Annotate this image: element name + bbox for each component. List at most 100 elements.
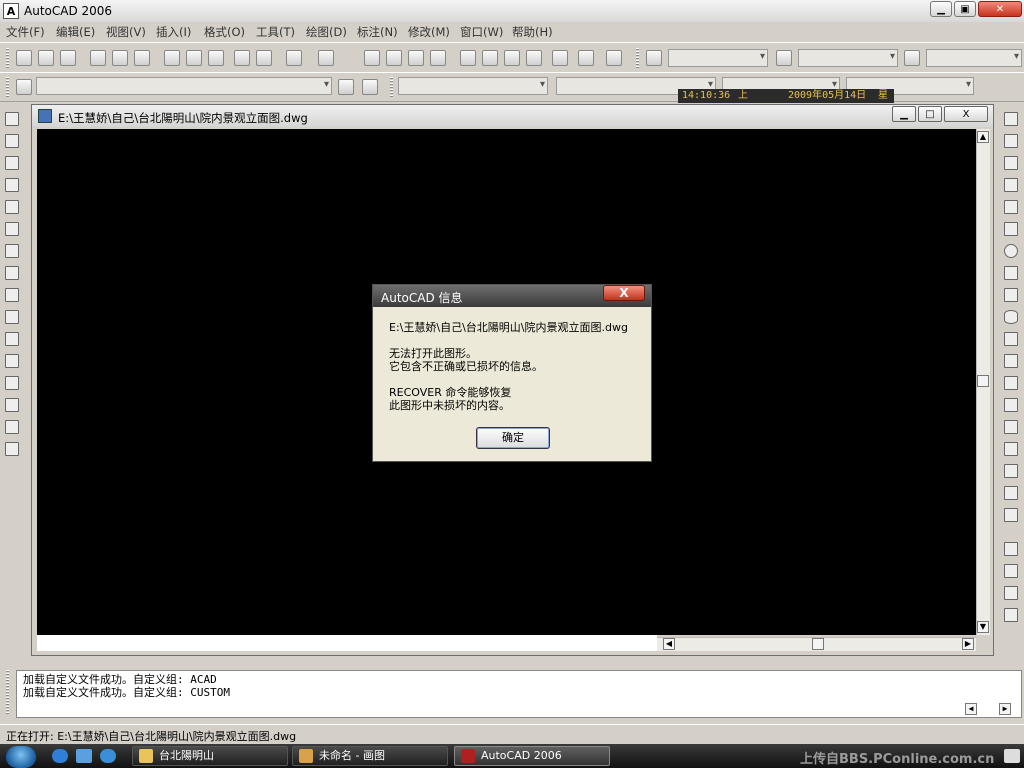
command-scroll-right-button[interactable]: ▶: [999, 703, 1011, 715]
zoom-window-icon[interactable]: [408, 50, 424, 66]
color-select[interactable]: [398, 77, 548, 95]
scroll-right-button[interactable]: ▶: [962, 638, 974, 650]
minimize-button[interactable]: ▁: [930, 1, 952, 17]
drawing-minimize-button[interactable]: ▁: [892, 106, 916, 122]
move-icon[interactable]: [5, 222, 19, 236]
markup-icon[interactable]: [552, 50, 568, 66]
toolbar-grip[interactable]: [6, 77, 9, 97]
make-layer-current-icon[interactable]: [338, 79, 354, 95]
drawing-icon[interactable]: [38, 109, 52, 123]
table-style-select[interactable]: [926, 49, 1022, 67]
layer-previous-icon[interactable]: [362, 79, 378, 95]
join-icon[interactable]: [5, 376, 19, 390]
scroll-down-button[interactable]: ▼: [977, 621, 989, 633]
vertical-scrollbar[interactable]: ▲ ▼: [976, 129, 990, 635]
tray-icon[interactable]: [1004, 749, 1020, 763]
polygon-icon[interactable]: [1004, 178, 1018, 192]
hatch-icon[interactable]: [1004, 420, 1018, 434]
chamfer-icon[interactable]: [5, 398, 19, 412]
construction-line-icon[interactable]: [1004, 134, 1018, 148]
horizontal-scrollbar[interactable]: ◀ ▶: [657, 637, 976, 651]
toolbar-grip[interactable]: [390, 77, 393, 97]
menu-edit[interactable]: 编辑(E): [56, 24, 95, 40]
explode-icon[interactable]: [5, 442, 19, 456]
polyline-icon[interactable]: [1004, 156, 1018, 170]
toolbar-grip[interactable]: [6, 48, 9, 68]
stretch-icon[interactable]: [5, 288, 19, 302]
sheet-set-icon[interactable]: [526, 50, 542, 66]
ellipse-arc-icon[interactable]: [1004, 332, 1018, 346]
publish-icon[interactable]: [134, 50, 150, 66]
menu-insert[interactable]: 插入(I): [156, 24, 191, 40]
zoom-previous-icon[interactable]: [430, 50, 446, 66]
menu-file[interactable]: 文件(F): [6, 24, 45, 40]
menu-view[interactable]: 视图(V): [106, 24, 146, 40]
bring-to-front-icon[interactable]: [1004, 564, 1018, 578]
dim-style-select[interactable]: [798, 49, 898, 67]
menu-modify[interactable]: 修改(M): [408, 24, 450, 40]
region-icon[interactable]: [1004, 464, 1018, 478]
table-icon[interactable]: [1004, 486, 1018, 500]
pan-icon[interactable]: [364, 50, 380, 66]
menu-dimension[interactable]: 标注(N): [357, 24, 398, 40]
text-style-select[interactable]: [668, 49, 768, 67]
array-icon[interactable]: [5, 200, 19, 214]
plot-preview-icon[interactable]: [112, 50, 128, 66]
trim-icon[interactable]: [5, 310, 19, 324]
task-autocad[interactable]: AutoCAD 2006: [454, 746, 610, 766]
browser-quicklaunch-icon[interactable]: [100, 749, 116, 763]
rectangle-icon[interactable]: [1004, 200, 1018, 214]
menu-help[interactable]: 帮助(H): [512, 24, 553, 40]
copy-icon[interactable]: [186, 50, 202, 66]
help-icon[interactable]: [606, 50, 622, 66]
internet-explorer-icon[interactable]: [52, 749, 68, 763]
scroll-left-button[interactable]: ◀: [663, 638, 675, 650]
save-icon[interactable]: [60, 50, 76, 66]
circle-icon[interactable]: [1004, 244, 1018, 258]
rotate-icon[interactable]: [5, 244, 19, 258]
design-center-icon[interactable]: [482, 50, 498, 66]
erase-icon[interactable]: [5, 112, 19, 126]
new-file-icon[interactable]: [16, 50, 32, 66]
menu-tools[interactable]: 工具(T): [256, 24, 295, 40]
command-window-grip[interactable]: [6, 670, 9, 714]
offset-icon[interactable]: [5, 178, 19, 192]
restore-button[interactable]: ▣: [954, 1, 976, 17]
dim-style-icon[interactable]: [776, 50, 792, 66]
paste-icon[interactable]: [208, 50, 224, 66]
cut-icon[interactable]: [164, 50, 180, 66]
text-style-icon[interactable]: [646, 50, 662, 66]
arc-icon[interactable]: [1004, 222, 1018, 236]
menu-draw[interactable]: 绘图(D): [306, 24, 347, 40]
drawing-maximize-button[interactable]: □: [918, 106, 942, 122]
copy-object-icon[interactable]: [5, 134, 19, 148]
properties-icon[interactable]: [460, 50, 476, 66]
layer-manager-icon[interactable]: [16, 79, 32, 95]
bring-above-icon[interactable]: [1004, 608, 1018, 622]
menu-format[interactable]: 格式(O): [204, 24, 245, 40]
tool-palettes-icon[interactable]: [504, 50, 520, 66]
command-scroll-left-button[interactable]: ◀: [965, 703, 977, 715]
command-history[interactable]: 加载自定义文件成功。自定义组: ACAD 加载自定义文件成功。自定义组: CUS…: [16, 670, 1022, 718]
drawing-close-button[interactable]: X: [944, 106, 988, 122]
block-editor-icon[interactable]: [256, 50, 272, 66]
spline-icon[interactable]: [1004, 288, 1018, 302]
task-folder[interactable]: 台北陽明山: [132, 746, 288, 766]
draw-order-icon[interactable]: [1004, 542, 1018, 556]
menu-window[interactable]: 窗口(W): [460, 24, 503, 40]
insert-block-icon[interactable]: [1004, 354, 1018, 368]
fillet-icon[interactable]: [5, 420, 19, 434]
ok-button[interactable]: 确定: [476, 427, 550, 449]
calculator-icon[interactable]: [578, 50, 594, 66]
ellipse-icon[interactable]: [1004, 310, 1018, 324]
send-to-back-icon[interactable]: [1004, 586, 1018, 600]
plot-icon[interactable]: [90, 50, 106, 66]
undo-icon[interactable]: [286, 50, 302, 66]
dialog-close-button[interactable]: X: [603, 285, 645, 301]
toolbar-grip[interactable]: [636, 48, 639, 68]
extend-icon[interactable]: [5, 332, 19, 346]
task-paint[interactable]: 未命名 - 画图: [292, 746, 448, 766]
mirror-icon[interactable]: [5, 156, 19, 170]
zoom-realtime-icon[interactable]: [386, 50, 402, 66]
line-icon[interactable]: [1004, 112, 1018, 126]
